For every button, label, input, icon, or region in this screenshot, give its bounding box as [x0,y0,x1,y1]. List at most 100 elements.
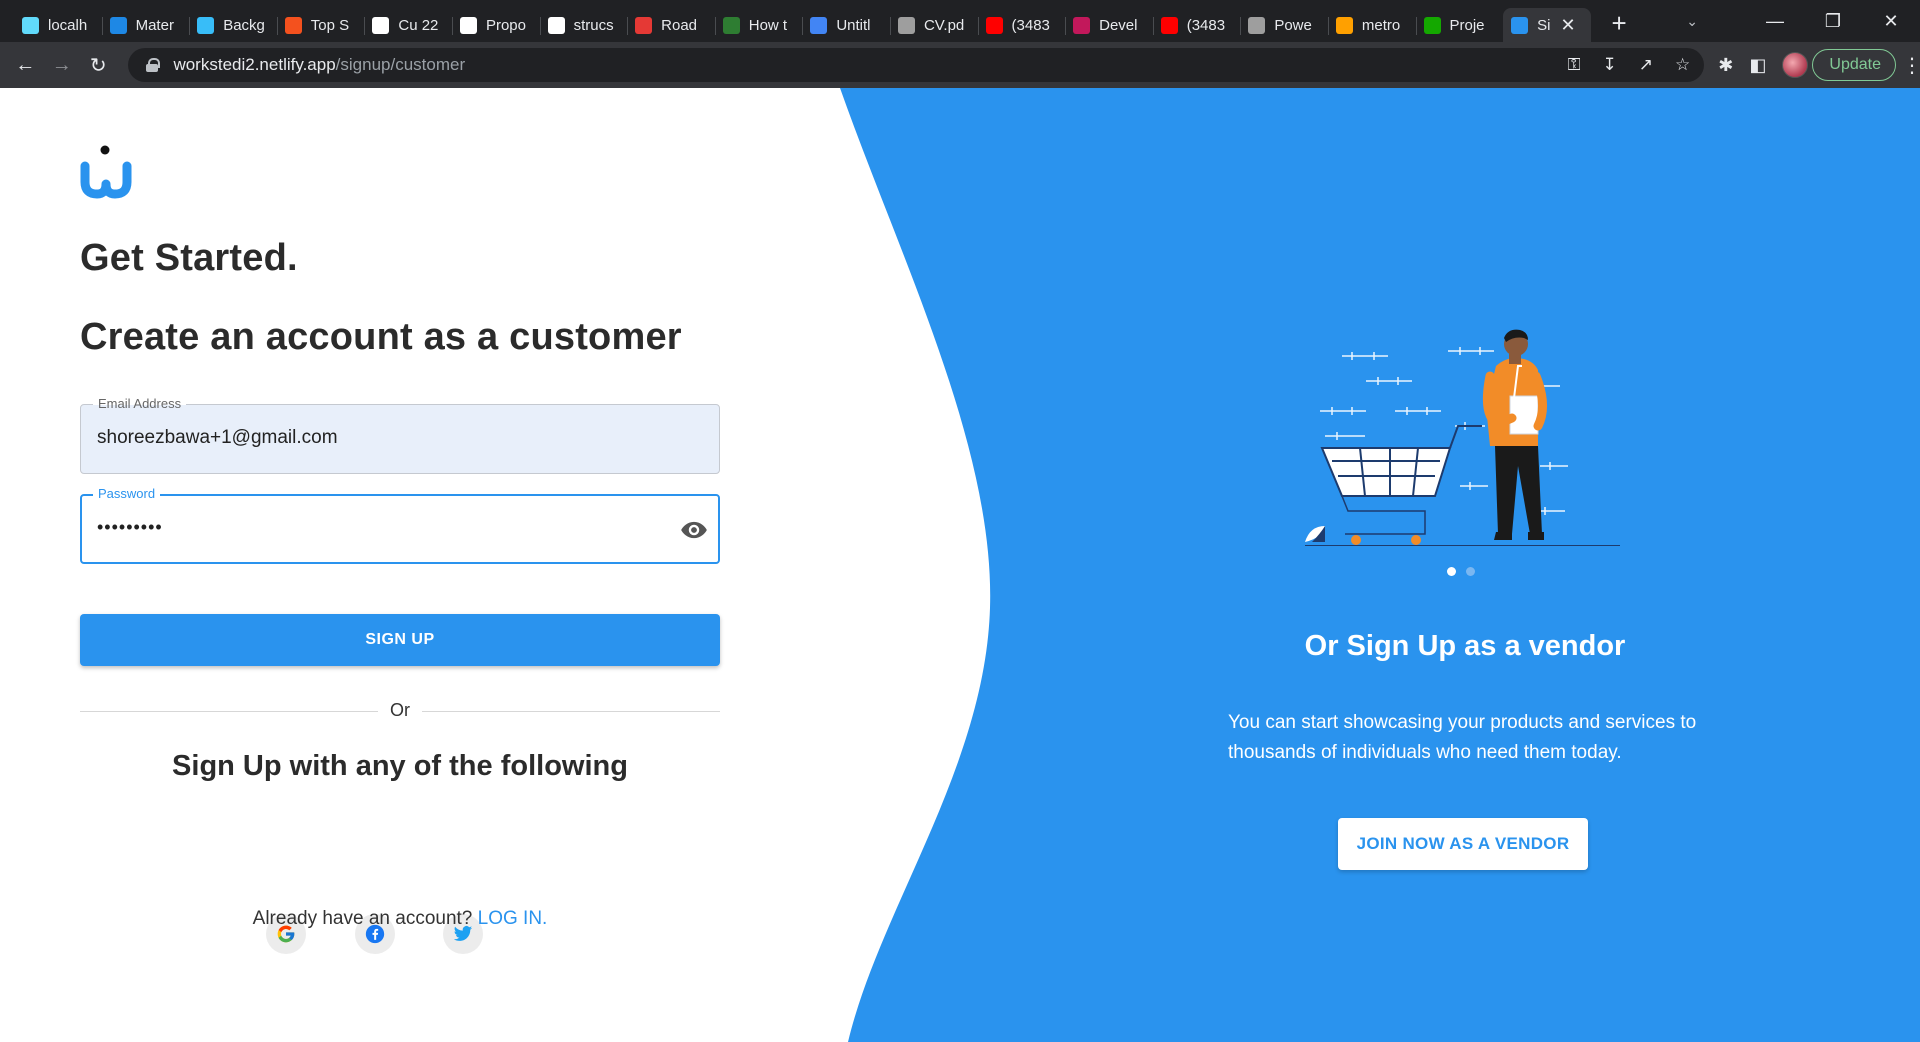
share-icon[interactable]: ↗ [1639,55,1653,75]
browser-tab[interactable]: Untitl [802,8,890,42]
mui-icon [109,16,127,34]
join-vendor-button[interactable]: JOIN NOW AS A VENDOR [1338,818,1588,870]
browser-tab[interactable]: Propo [451,8,540,42]
have-account-label: Already have an account? [252,908,473,929]
worksted-logo [80,145,132,199]
tab-title: Cu 22 [398,16,439,34]
tab-title: Backg [223,16,265,34]
window-controls: ⌄ — ❐ ✕ [1686,0,1920,42]
browser-tab[interactable]: How t [714,8,803,42]
get-started-heading: Get Started. [80,237,298,279]
browser-tab[interactable]: Top S [276,8,365,42]
tab-title: (3483 [1186,16,1226,34]
tab-title: Untitl [836,16,871,34]
or-divider-text: Or [390,700,410,720]
browser-tab[interactable]: Backg [189,8,277,42]
forward-button[interactable]: → [43,45,79,85]
browser-tab[interactable]: (3483 [977,8,1066,42]
carousel-dot-2[interactable] [1466,567,1475,576]
roadmap-icon [635,16,653,34]
carousel-dots [1447,567,1475,576]
browser-tab[interactable]: localh [14,8,102,42]
docs-icon [810,16,828,34]
carousel-dot-1[interactable] [1447,567,1456,576]
tab-title: Powe [1274,16,1312,34]
password-field[interactable]: Password ••••••••• [80,486,720,564]
tab-title: (3483 [1011,16,1050,34]
browser-tab[interactable]: (3483 [1152,8,1241,42]
browser-tab[interactable]: metro [1327,8,1416,42]
have-account-text: Already have an account? LOG IN. [80,908,720,930]
browser-tab[interactable]: Road [627,8,715,42]
eye-icon[interactable] [680,516,708,544]
github-icon [372,16,390,34]
divider-left [80,711,378,712]
address-bar[interactable]: workstedi2.netlify.app/signup/customer ⚿… [128,48,1705,82]
update-button[interactable]: Update [1812,49,1896,81]
tab-title: Propo [485,16,526,34]
email-label: Email Address [93,396,187,412]
install-icon[interactable]: ↧ [1603,55,1617,75]
youtube-icon [985,16,1003,34]
tab-title: localh [48,16,88,34]
pdf-icon [897,16,915,34]
tab-title: Devel [1099,16,1138,34]
password-label: Password [93,486,161,502]
log-in-link[interactable]: LOG IN. [478,908,548,929]
url-host: workstedi2.netlify.app [173,55,336,74]
tab-title: Road [661,16,698,34]
firebase-icon [1335,16,1353,34]
tab-title: CV.pd [923,16,965,34]
password-input[interactable]: ••••••••• [97,517,657,538]
tailwind-icon [197,16,215,34]
bookmark-star-icon[interactable]: ☆ [1675,55,1690,75]
close-window-button[interactable]: ✕ [1862,11,1920,32]
youtube-icon [1160,16,1178,34]
dev-icon [1073,16,1091,34]
globe-icon [1248,16,1266,34]
divider-right [422,711,720,712]
react-icon [22,16,39,34]
browser-tab[interactable]: Si ✕ [1503,8,1592,42]
dp-icon [722,16,740,34]
key-icon[interactable]: ⚿ [1568,55,1581,75]
worksted-icon [1511,16,1529,34]
browser-tab[interactable]: Mater [101,8,190,42]
page-content: Get Started. Create an account as a cust… [0,88,1920,1042]
new-tab-button[interactable]: + [1605,8,1633,39]
shopping-illustration [1305,329,1620,546]
more-menu-icon[interactable]: ⋮ [1902,53,1920,78]
restore-button[interactable]: ❐ [1804,11,1862,32]
reload-button[interactable]: ↻ [80,45,116,85]
browser-toolbar: ← → ↻ workstedi2.netlify.app/signup/cust… [0,42,1920,88]
browser-tab[interactable]: Proje [1415,8,1504,42]
social-signup-heading: Sign Up with any of the following [172,750,628,782]
url-path: /signup/customer [335,55,466,74]
email-input[interactable] [97,427,657,449]
github-icon [459,16,477,34]
side-panel-icon[interactable]: ◧ [1749,55,1766,76]
browser-tab[interactable]: strucs [539,8,628,42]
profile-avatar[interactable] [1782,52,1809,78]
close-tab-icon[interactable]: ✕ [1560,15,1575,36]
email-field[interactable]: Email Address [80,396,720,474]
github-icon [547,16,565,34]
tab-title: Si [1537,16,1551,34]
tab-search-icon[interactable]: ⌄ [1686,13,1698,30]
vendor-description: You can start showcasing your products a… [1228,712,1697,763]
create-account-heading: Create an account as a customer [80,316,682,358]
sign-up-button[interactable]: SIGN UP [80,614,720,666]
browser-tab[interactable]: Powe [1240,8,1328,42]
lock-icon[interactable] [146,58,161,72]
back-button[interactable]: ← [7,45,43,85]
tab-title: Top S [310,16,350,34]
browser-tab-bar: localh Mater Backg Top S Cu 22 Propo strucs Roa… [0,0,1920,42]
upwork-icon [1423,16,1441,34]
tab-title: strucs [573,16,614,34]
vendor-heading: Or Sign Up as a vendor [1304,630,1626,662]
extensions-icon[interactable]: ✱ [1718,55,1733,76]
minimize-button[interactable]: — [1746,11,1804,32]
browser-tab[interactable]: CV.pd [889,8,978,42]
browser-tab[interactable]: Devel [1065,8,1153,42]
browser-tab[interactable]: Cu 22 [364,8,452,42]
